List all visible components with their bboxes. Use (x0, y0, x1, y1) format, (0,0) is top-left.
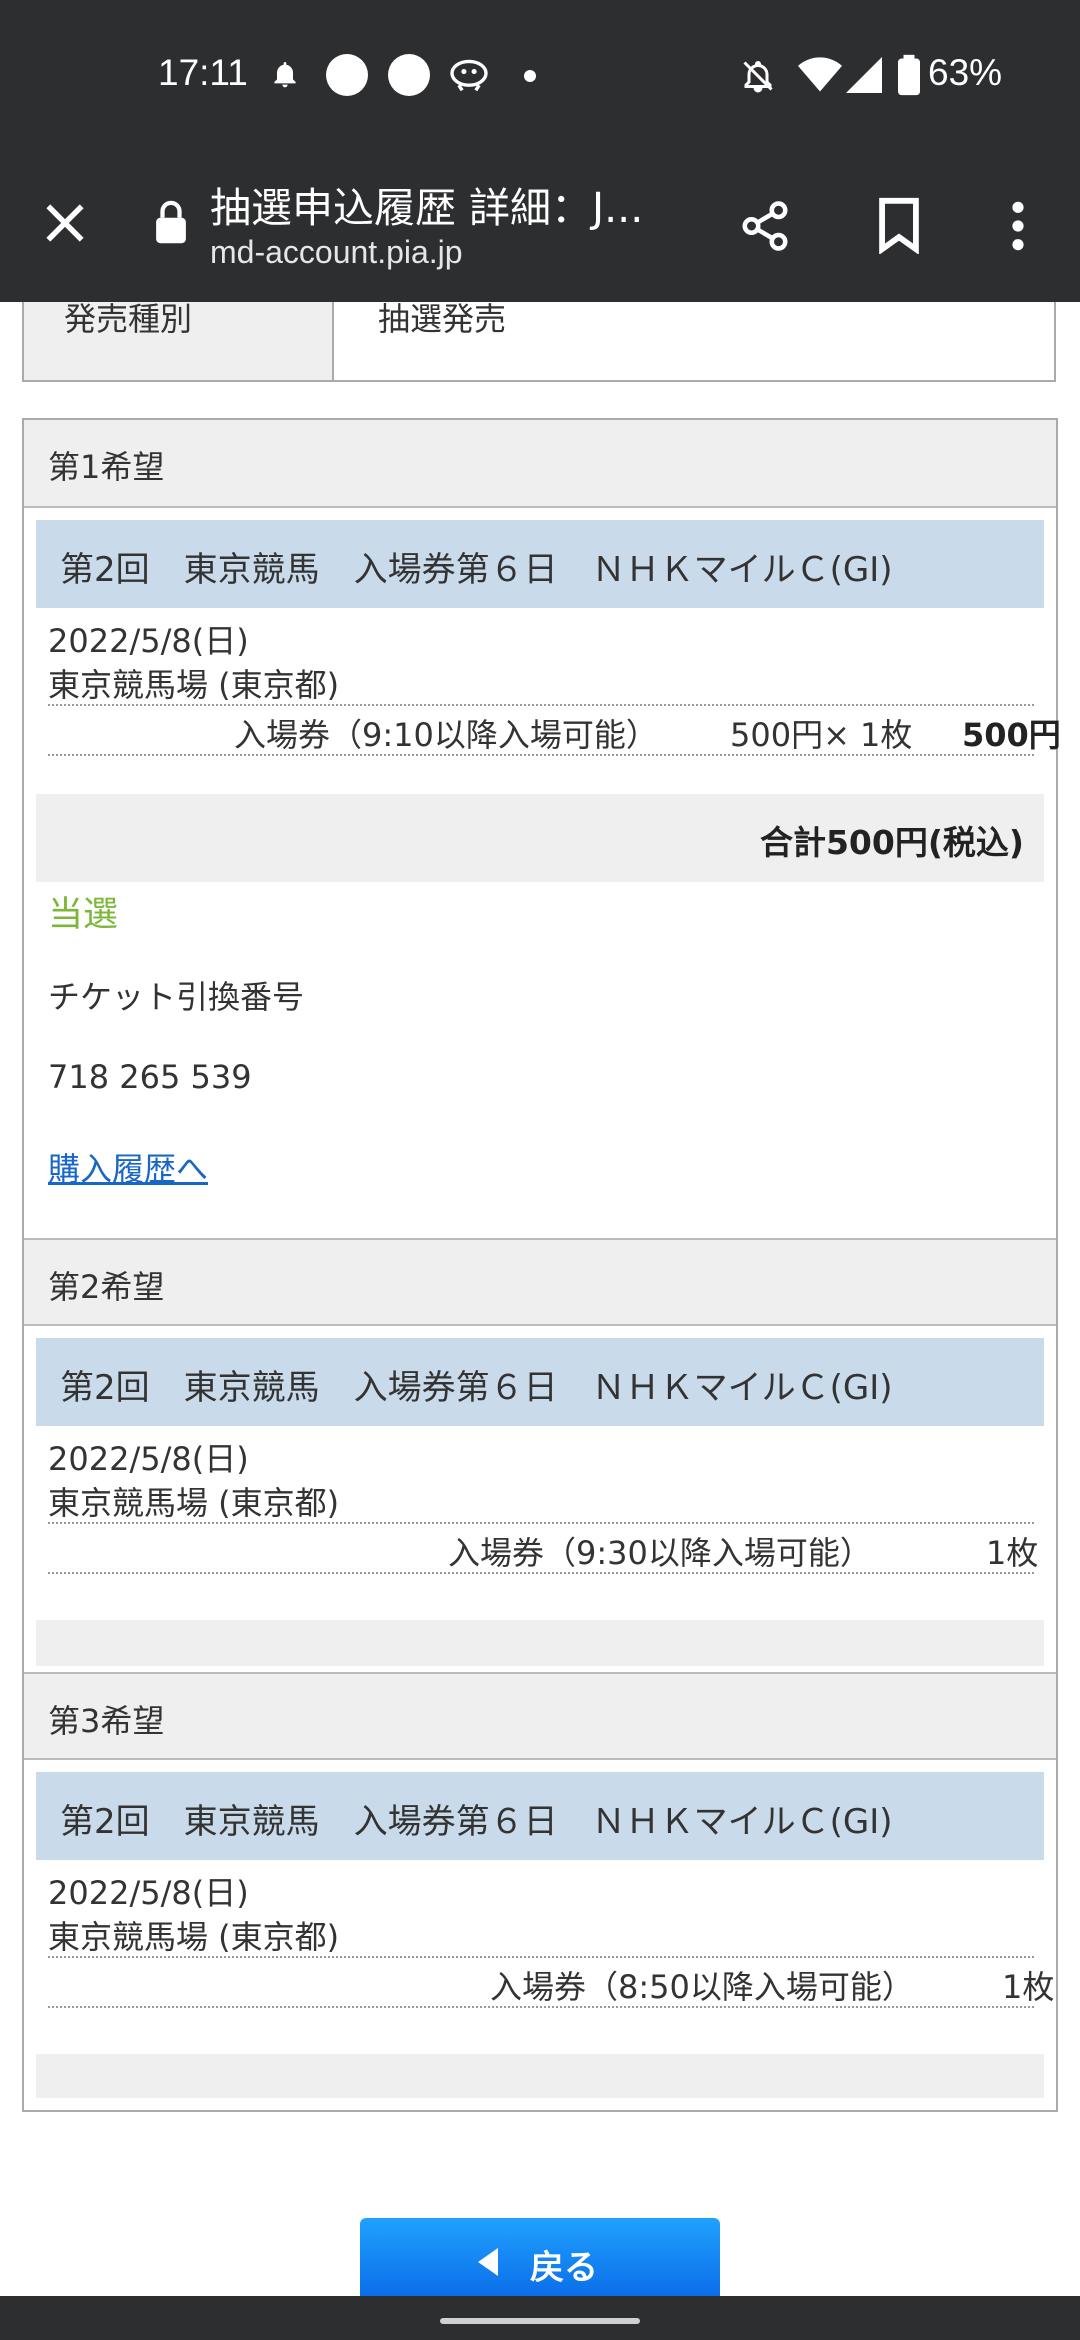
wishes-table: 第1希望 第2回 東京競馬 入場券第６日 ＮＨＫマイルＣ(GI) 2022/5/… (22, 418, 1061, 2112)
back-arrow-icon (478, 2248, 498, 2276)
wish-2-event: 第2回 東京競馬 入場券第６日 ＮＨＫマイルＣ(GI) (36, 1338, 1044, 1426)
event-venue: 東京競馬場 (東京都) (48, 666, 340, 704)
event-venue: 東京競馬場 (東京都) (48, 1918, 340, 1956)
ticket-row: 入場券（9:30以降入場可能） 1枚 (48, 1522, 1038, 1574)
notification-app-icon (388, 54, 430, 96)
wish-3-event: 第2回 東京競馬 入場券第６日 ＮＨＫマイルＣ(GI) (36, 1772, 1044, 1860)
ticket-type: 入場券（9:30以降入場可能） (448, 1534, 872, 1572)
cell-signal-icon (846, 57, 882, 93)
share-icon[interactable] (738, 198, 792, 254)
mute-bell-icon (743, 61, 773, 93)
bookmark-icon[interactable] (876, 196, 922, 254)
page-title[interactable]: 抽選申込履歴 詳細：J... (210, 174, 680, 234)
event-date: 2022/5/8(日) (48, 622, 249, 660)
ticket-row: 入場券（9:10以降入場可能） 500円× 1枚 500円 (48, 704, 1061, 756)
wifi-icon (798, 57, 842, 92)
ticket-row: 入場券（8:50以降入場可能） 1枚 (48, 1956, 1054, 2008)
back-button-label: 戻る (530, 2248, 598, 2288)
sale-type-header: 発売種別 (24, 302, 334, 380)
total-band: 合計500円(税込) (36, 794, 1044, 882)
browser-toolbar: 抽選申込履歴 詳細：J... md-account.pia.jp (0, 150, 1080, 302)
wish-3-heading: 第3希望 (24, 1672, 1056, 1760)
page-url[interactable]: md-account.pia.jp (210, 234, 463, 271)
event-title: 第2回 東京競馬 入場券第６日 ＮＨＫマイルＣ(GI) (60, 1802, 893, 1842)
wish-1-event: 第2回 東京競馬 入場券第６日 ＮＨＫマイルＣ(GI) (36, 520, 1044, 608)
ticket-count: 1枚 (860, 716, 913, 754)
more-vert-icon[interactable] (1000, 198, 1036, 254)
event-title: 第2回 東京競馬 入場券第６日 ＮＨＫマイルＣ(GI) (60, 1368, 893, 1408)
event-date: 2022/5/8(日) (48, 1440, 249, 1478)
notification-bell-icon (274, 62, 296, 88)
back-button[interactable]: 戻る (360, 2218, 720, 2298)
status-bar: 17:11 63% (0, 0, 1080, 150)
sale-type-label: 発売種別 (64, 302, 193, 338)
battery-percent: 63% (928, 52, 1003, 93)
wish-2-heading: 第2希望 (24, 1238, 1056, 1326)
wish-1-heading: 第1希望 (24, 420, 1056, 508)
battery-icon (898, 54, 920, 96)
lottery-result: 当選 (48, 895, 119, 935)
home-gesture-handle[interactable] (440, 2318, 640, 2324)
notification-app-icon (326, 54, 368, 96)
ticket-count: 1枚 (1002, 1968, 1055, 2006)
ticket-unit-price: 500円× (730, 716, 850, 754)
wish-heading-label: 第2希望 (48, 1268, 165, 1306)
notification-app-icon (450, 59, 488, 92)
event-venue: 東京競馬場 (東京都) (48, 1484, 340, 1522)
sale-type-value: 抽選発売 (378, 302, 507, 338)
ticket-amount: 500円 (962, 716, 1061, 754)
more-notifications-dot-icon (524, 70, 536, 82)
total-band (36, 1620, 1044, 1666)
wish-heading-label: 第1希望 (48, 448, 165, 486)
close-icon[interactable] (40, 198, 90, 248)
ticket-type: 入場券（9:10以降入場可能） (234, 716, 658, 754)
event-title: 第2回 東京競馬 入場券第６日 ＮＨＫマイルＣ(GI) (60, 550, 893, 590)
exchange-number: 718 265 539 (48, 1058, 252, 1096)
page-content: 発売種別 抽選発売 第1希望 第2回 東京競馬 入場券第６日 ＮＨＫマイルＣ(G… (0, 302, 1080, 2302)
sale-type-table: 発売種別 抽選発売 (22, 302, 1056, 382)
exchange-number-label: チケット引換番号 (48, 978, 305, 1016)
ticket-count: 1枚 (986, 1534, 1039, 1572)
status-time: 17:11 (158, 52, 248, 93)
purchase-history-link[interactable]: 購入履歴へ (48, 1144, 208, 1190)
total-price: 合計500円(税込) (759, 823, 1024, 862)
lock-icon (156, 200, 186, 244)
wish-heading-label: 第3希望 (48, 1702, 165, 1740)
total-band (36, 2054, 1044, 2098)
event-date: 2022/5/8(日) (48, 1874, 249, 1912)
system-nav-bar (0, 2296, 1080, 2340)
ticket-type: 入場券（8:50以降入場可能） (490, 1968, 914, 2006)
